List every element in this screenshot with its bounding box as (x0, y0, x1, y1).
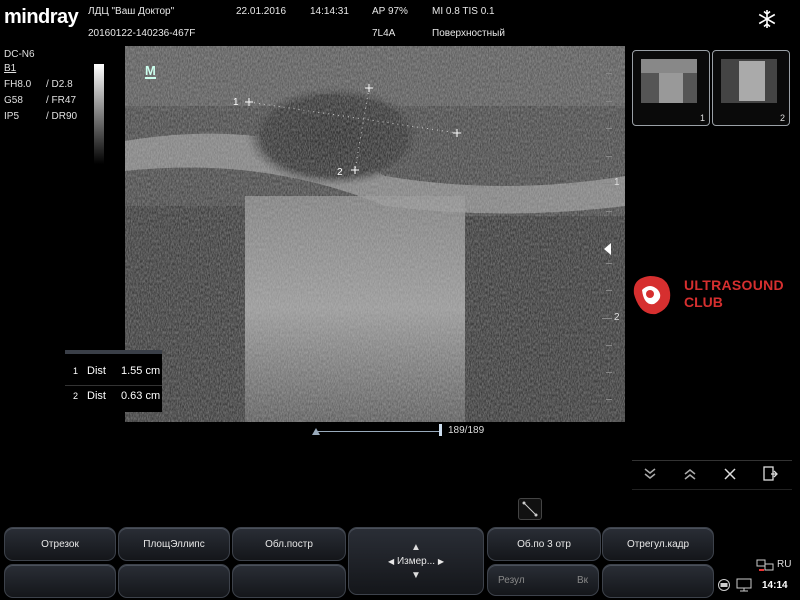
depth-tick (606, 211, 612, 212)
time: 14:14:31 (310, 6, 349, 17)
depth-label-2: 2 (614, 312, 620, 323)
arrow-up-icon[interactable]: ▲ (411, 542, 421, 553)
page-nav-bar (632, 460, 792, 490)
volume-3-segment-button[interactable]: Об.по 3 отр (487, 527, 601, 561)
export-icon[interactable] (756, 461, 784, 487)
brand-line-2: CLUB (684, 294, 723, 310)
monitor-icon (736, 578, 754, 592)
results-label: Резул (498, 574, 525, 586)
soft-button-empty-2[interactable] (118, 564, 230, 598)
param-row-1a: FH8.0 (4, 79, 32, 90)
measurement-row-2: 2 Dist 0.63 cm (65, 385, 162, 408)
soft-button-empty-1[interactable] (4, 564, 116, 598)
soft-button-empty-4[interactable] (602, 564, 714, 598)
soft-button-empty-3[interactable] (232, 564, 346, 598)
area-trace-button[interactable]: Обл.постр (232, 527, 346, 561)
chevron-down-double-icon[interactable] (636, 461, 664, 487)
arrow-right-icon[interactable]: ▶ (438, 557, 444, 566)
cursor-label-2: 2 (337, 167, 343, 178)
language-indicator: RU (777, 559, 792, 570)
study-id: 20160122-140236-467F (88, 28, 196, 39)
mi-tis: MI 0.8 TIS 0.1 (432, 6, 495, 17)
results-toggle-label: Вк (576, 574, 588, 586)
mindray-logo: mindray (4, 6, 79, 28)
printer-icon (716, 578, 732, 592)
depth-tick (606, 101, 612, 102)
imaging-mode: B1 (4, 63, 17, 74)
grayscale-bar (94, 64, 104, 164)
arrow-down-icon[interactable]: ▼ (411, 570, 421, 581)
results-button[interactable]: Резул Вк (487, 564, 599, 596)
scanner-model: DC-N6 (4, 49, 35, 60)
depth-tick (606, 399, 612, 400)
depth-tick (606, 156, 612, 157)
depth-tick-major (602, 318, 612, 319)
cursor-label-1: 1 (233, 97, 239, 108)
param-row-2a: G58 (4, 95, 23, 106)
cine-slider[interactable] (316, 431, 442, 432)
depth-tick (606, 73, 612, 74)
ruler-icon[interactable] (518, 498, 542, 520)
param-row-2b: / FR47 (46, 95, 77, 106)
measurement-results: 1 Dist 1.55 cm 2 Dist 0.63 cm (65, 350, 162, 412)
area-ellipse-button[interactable]: ПлощЭллипс (118, 527, 230, 561)
depth-tick-major (602, 183, 612, 184)
depth-label-1: 1 (614, 177, 620, 188)
param-row-1b: / D2.8 (46, 79, 73, 90)
adjust-frame-button[interactable]: Отрегул.кадр (602, 527, 714, 561)
status-clock: 14:14 (762, 580, 788, 591)
probe-name: 7L4A (372, 28, 396, 39)
param-row-3a: IP5 (4, 111, 20, 122)
thumbnail-2[interactable]: 2 (712, 50, 790, 126)
clinic-name: ЛДЦ "Ваш Доктор" (88, 6, 175, 17)
focus-marker-icon[interactable] (604, 243, 611, 255)
arrow-left-icon[interactable]: ◀ (388, 557, 394, 566)
depth-tick (606, 345, 612, 346)
brand-line-1: ULTRASOUND (684, 277, 784, 293)
network-icon (756, 558, 774, 572)
cine-handle[interactable] (439, 424, 442, 436)
measurement-row-1: 1 Dist 1.55 cm (73, 365, 161, 377)
measure-selector[interactable]: ▲ ◀ Измер... ▶ ▼ (348, 527, 484, 595)
snowflake-icon[interactable] (756, 8, 778, 30)
param-row-3b: / DR90 (46, 111, 78, 122)
preset-name: Поверхностный (432, 28, 505, 39)
segment-button[interactable]: Отрезок (4, 527, 116, 561)
cine-frame-counter: 189/189 (448, 425, 485, 436)
ultrasound-image[interactable] (125, 46, 625, 422)
depth-tick (606, 128, 612, 129)
measure-label: Измер... (396, 555, 436, 567)
cine-start-marker[interactable] (312, 428, 320, 435)
date: 22.01.2016 (236, 6, 287, 17)
thumbnail-1[interactable]: 1 (632, 50, 710, 126)
depth-tick (606, 290, 612, 291)
close-icon[interactable] (716, 461, 744, 487)
m-marker: M (145, 63, 156, 79)
acoustic-power: AP 97% (372, 6, 408, 17)
depth-tick (606, 263, 612, 264)
chevron-up-double-icon[interactable] (676, 461, 704, 487)
depth-tick (606, 372, 612, 373)
